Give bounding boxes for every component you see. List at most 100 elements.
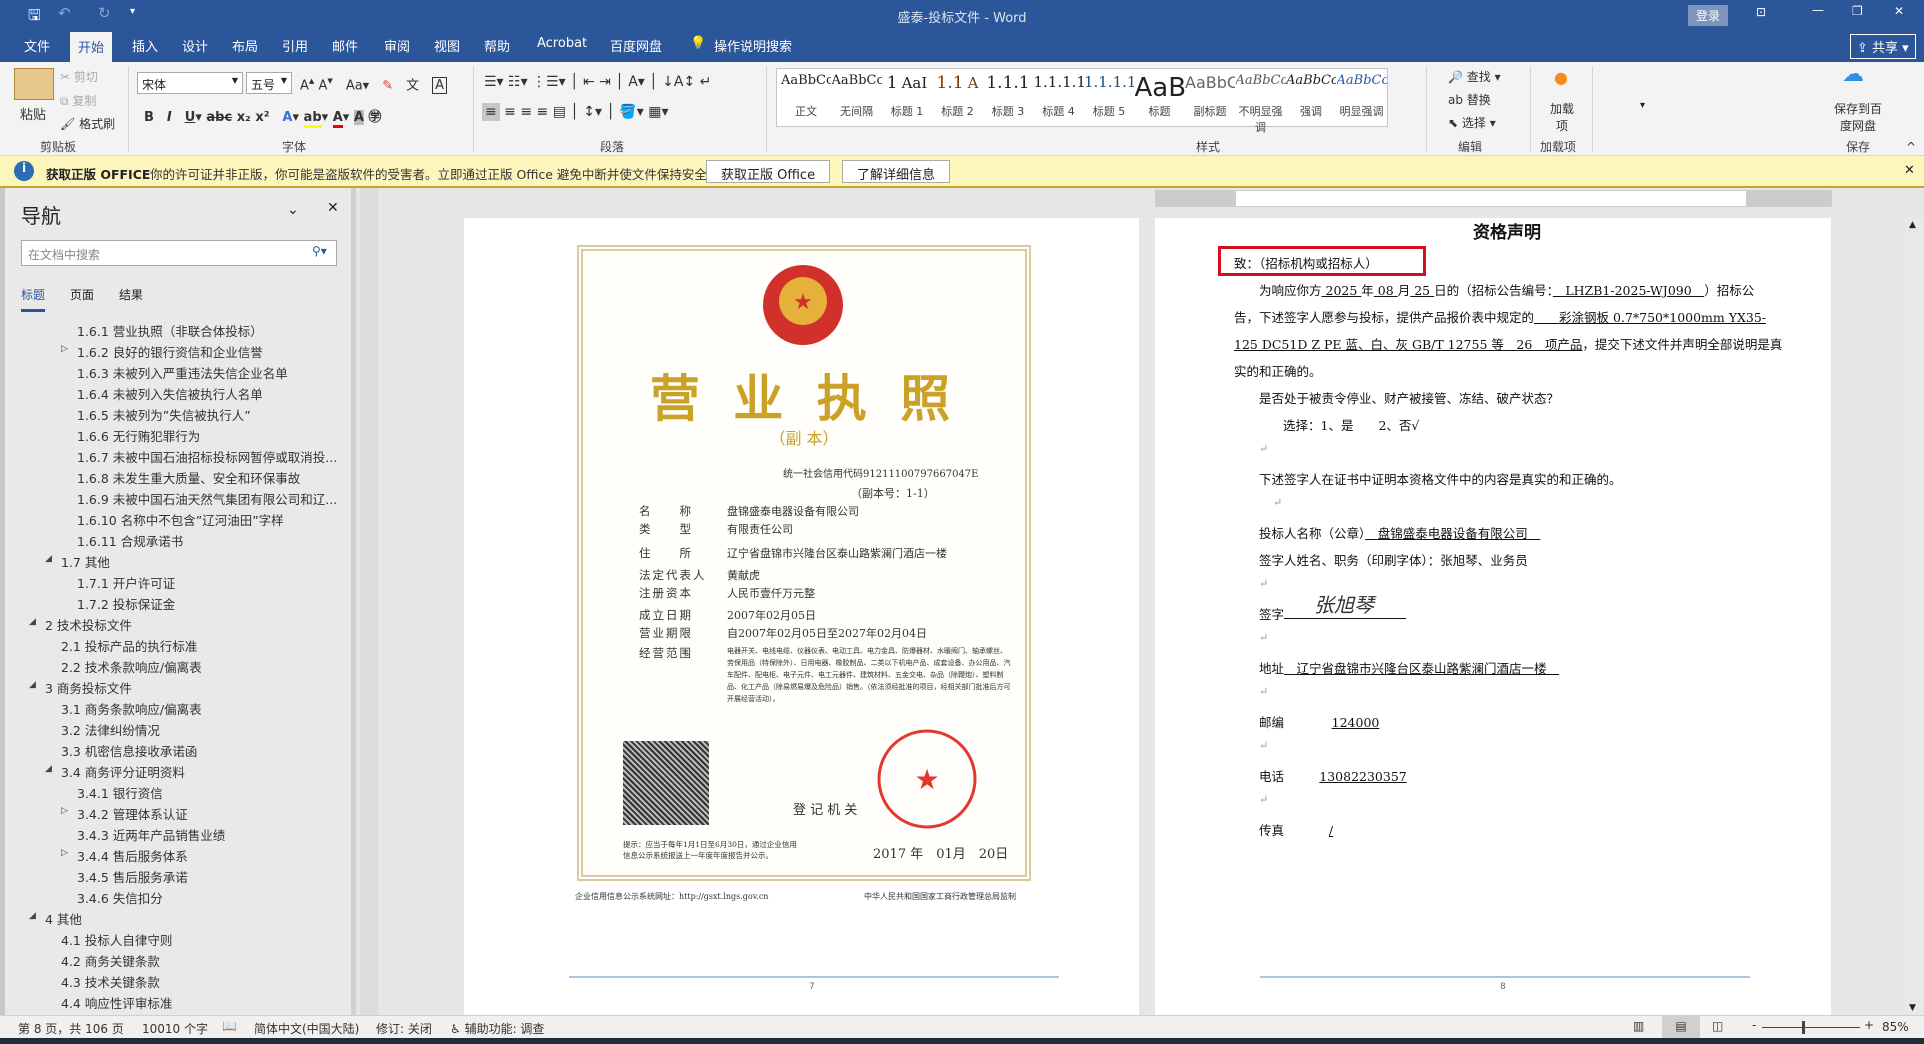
- ribbon-display-icon[interactable]: ⊡: [1756, 5, 1766, 19]
- nav-heading-item[interactable]: 1.6.5 未被列为”失信被执行人”: [77, 405, 251, 424]
- select-button[interactable]: ⬉ 选择 ▾: [1448, 114, 1496, 131]
- read-mode-icon[interactable]: ▥: [1633, 1019, 1644, 1033]
- collapse-icon[interactable]: ◢: [45, 554, 52, 564]
- nav-tab-pages[interactable]: 页面: [70, 286, 94, 303]
- nav-heading-item[interactable]: 1.6.10 名称中不包含”辽河油田”字样: [77, 510, 284, 529]
- nav-scrollbar[interactable]: [351, 188, 356, 1015]
- zoom-in-button[interactable]: +: [1864, 1018, 1874, 1032]
- grow-font-icon[interactable]: A▴ A▾ Aa▾ ✎ 文 A: [300, 74, 448, 95]
- nav-close-icon[interactable]: ✕: [327, 200, 339, 216]
- save-to-baidu-button[interactable]: 保存到百度网盘: [1834, 100, 1882, 134]
- style-item[interactable]: AaB 标题: [1135, 73, 1185, 119]
- collapse-icon[interactable]: ◢: [45, 764, 52, 774]
- web-layout-icon[interactable]: ◫: [1712, 1019, 1723, 1033]
- nav-heading-item[interactable]: 2 技术投标文件: [45, 615, 132, 634]
- nav-heading-item[interactable]: 3.2 法律纠纷情况: [61, 720, 160, 739]
- expand-icon[interactable]: ▷: [61, 344, 68, 354]
- nav-heading-item[interactable]: 1.6.4 未被列入失信被执行人名单: [77, 384, 263, 403]
- font-format-buttons[interactable]: B I U▾ abc x₂ x² A▾ ab▾ A▾ A ㊫: [144, 106, 381, 128]
- cut-button[interactable]: ✂ 剪切: [60, 68, 98, 85]
- print-layout-icon[interactable]: ▤: [1662, 1016, 1700, 1038]
- tab-mailings[interactable]: 邮件: [332, 36, 358, 55]
- nav-options-icon[interactable]: ⌄: [287, 202, 299, 218]
- style-item[interactable]: 1.1 A 标题 2: [933, 73, 983, 119]
- tab-view[interactable]: 视图: [434, 36, 460, 55]
- tell-me-search[interactable]: 操作说明搜索: [714, 36, 792, 55]
- nav-heading-item[interactable]: 1.6.8 未发生重大质量、安全和环保事故: [77, 468, 300, 487]
- collapse-icon[interactable]: ◢: [29, 911, 36, 921]
- nav-heading-item[interactable]: 1.6.6 无行贿犯罪行为: [77, 426, 200, 445]
- zoom-slider[interactable]: [1762, 1027, 1860, 1028]
- page-count[interactable]: 第 8 页，共 106 页: [18, 1020, 124, 1037]
- nav-heading-item[interactable]: 3.4.3 近两年产品销售业绩: [77, 825, 225, 844]
- tab-help[interactable]: 帮助: [484, 36, 510, 55]
- nav-heading-item[interactable]: 4.2 商务关键条款: [61, 951, 160, 970]
- tab-references[interactable]: 引用: [282, 36, 308, 55]
- align-buttons[interactable]: ≡ ≡ ≡ ≡ ▤ │ ↕▾ │ 🪣▾ ▦▾: [482, 103, 669, 121]
- expand-icon[interactable]: ▷: [61, 848, 68, 858]
- nav-heading-item[interactable]: 1.7 其他: [61, 552, 110, 571]
- styles-more-icon[interactable]: ▾: [1640, 100, 1645, 111]
- tab-baidu-netdisk[interactable]: 百度网盘: [610, 36, 662, 55]
- nav-tab-results[interactable]: 结果: [119, 286, 143, 303]
- paste-button[interactable]: 粘贴: [20, 104, 46, 123]
- nav-heading-item[interactable]: 3.3 机密信息接收承诺函: [61, 741, 197, 760]
- nav-search-input[interactable]: 在文档中搜索 ⚲▾: [21, 240, 337, 266]
- nav-heading-item[interactable]: 4.1 投标人自律守则: [61, 930, 172, 949]
- style-item[interactable]: AaBbCcD 明显强调: [1337, 73, 1387, 119]
- nav-heading-item[interactable]: 4.4 响应性评审标准: [61, 993, 172, 1012]
- horizontal-ruler[interactable]: [1155, 190, 1832, 207]
- nav-heading-item[interactable]: 1.6.3 未被列入严重违法失信企业名单: [77, 363, 288, 382]
- nav-heading-item[interactable]: 1.6.1 营业执照（非联合体投标）: [77, 321, 263, 340]
- style-item[interactable]: AaBbCcDdI 无间隔: [832, 73, 882, 119]
- tab-review[interactable]: 审阅: [384, 36, 410, 55]
- nav-heading-item[interactable]: 3.4 商务评分证明资料: [61, 762, 185, 781]
- language[interactable]: 简体中文(中国大陆): [254, 1020, 359, 1037]
- nav-heading-item[interactable]: 3 商务投标文件: [45, 678, 132, 697]
- tab-home[interactable]: 开始: [70, 32, 113, 62]
- replace-button[interactable]: ab 替换: [1448, 91, 1491, 108]
- style-item[interactable]: AaBbCcDdI 正文: [781, 73, 831, 119]
- font-name-select[interactable]: 宋体 ▼: [137, 72, 243, 94]
- style-item[interactable]: AaBbC 副标题: [1185, 73, 1235, 119]
- list-buttons[interactable]: ☰▾ ☷▾ ⋮☰▾ │ ⇤ ⇥ │ A▾ │ ↓A↕ ↵: [484, 74, 711, 90]
- tab-insert[interactable]: 插入: [132, 36, 158, 55]
- expand-icon[interactable]: ▷: [61, 806, 68, 816]
- style-item[interactable]: 1 AaI 标题 1: [882, 73, 932, 119]
- style-item[interactable]: 1.1.1.1. 标题 5: [1084, 73, 1134, 119]
- zoom-level[interactable]: 85%: [1882, 1020, 1909, 1034]
- collapse-ribbon-icon[interactable]: ^: [1906, 140, 1916, 154]
- nav-heading-item[interactable]: 2.1 投标产品的执行标准: [61, 636, 197, 655]
- nav-heading-item[interactable]: 3.4.6 失信扣分: [77, 888, 163, 907]
- collapse-icon[interactable]: ◢: [29, 680, 36, 690]
- tab-acrobat[interactable]: Acrobat: [537, 36, 587, 51]
- vertical-scrollbar[interactable]: ▲ ▼: [1905, 218, 1924, 1015]
- nav-heading-item[interactable]: 1.6.9 未被中国石油天然气集团有限公司和辽...: [77, 489, 337, 508]
- nav-heading-item[interactable]: 4.3 技术关键条款: [61, 972, 160, 991]
- track-changes-status[interactable]: 修订: 关闭: [376, 1020, 432, 1037]
- save-icon[interactable]: 🖫: [28, 5, 41, 30]
- nav-heading-item[interactable]: 1.6.11 合规承诺书: [77, 531, 183, 550]
- find-button[interactable]: 🔎 查找 ▾: [1448, 68, 1501, 85]
- share-button[interactable]: ⇪ 共享 ▾: [1850, 34, 1916, 59]
- nav-heading-item[interactable]: 3.4.2 管理体系认证: [77, 804, 188, 823]
- search-icon[interactable]: ⚲▾: [312, 244, 327, 258]
- nav-heading-item[interactable]: 3.4.4 售后服务体系: [77, 846, 188, 865]
- zoom-slider-thumb[interactable]: [1802, 1021, 1805, 1034]
- nav-heading-item[interactable]: 3.4.1 银行资信: [77, 783, 163, 802]
- style-item[interactable]: AaBbCcD 强调: [1286, 73, 1336, 119]
- nav-heading-item[interactable]: 1.6.2 良好的银行资信和企业信誉: [77, 342, 263, 361]
- get-genuine-office-button[interactable]: 获取正版 Office: [706, 160, 831, 183]
- collapse-icon[interactable]: ◢: [29, 617, 36, 627]
- nav-heading-item[interactable]: 1.7.2 投标保证金: [77, 594, 175, 613]
- tab-file[interactable]: 文件: [24, 36, 50, 55]
- nav-heading-item[interactable]: 4 其他: [45, 909, 82, 928]
- login-button[interactable]: 登录: [1688, 5, 1729, 26]
- undo-icon[interactable]: ↶: [58, 4, 71, 22]
- word-count[interactable]: 10010 个字: [142, 1020, 208, 1037]
- customize-qat-icon[interactable]: ▾: [130, 6, 135, 17]
- style-item[interactable]: AaBbCcD 不明显强调: [1236, 73, 1286, 135]
- nav-tab-headings[interactable]: 标题: [21, 286, 46, 312]
- copy-button[interactable]: ⧉ 复制: [60, 92, 96, 109]
- close-button[interactable]: ✕: [1894, 4, 1904, 18]
